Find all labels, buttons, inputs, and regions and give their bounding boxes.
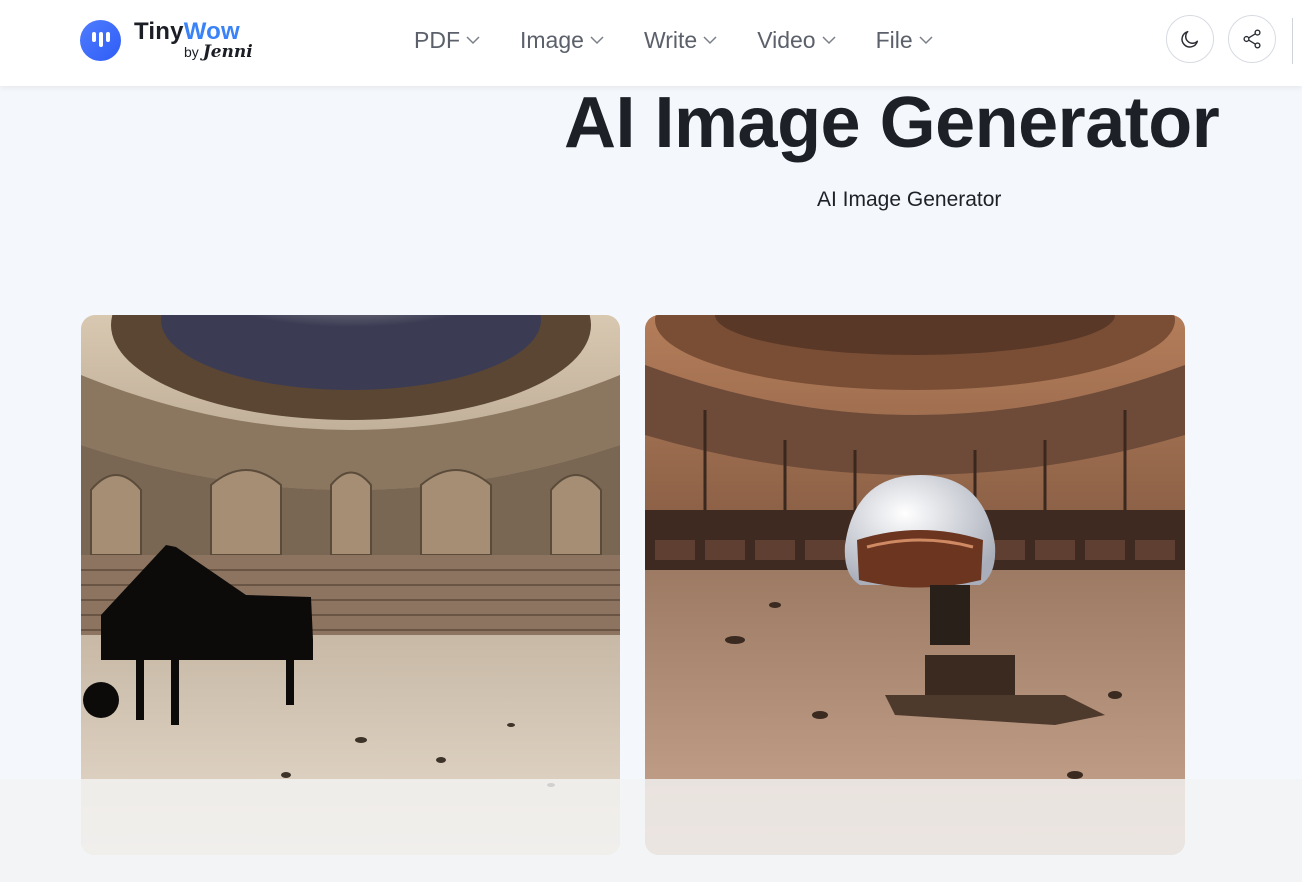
chevron-down-icon — [822, 35, 836, 44]
nav-label: Image — [520, 26, 584, 53]
chevron-down-icon — [703, 35, 717, 44]
page-title: AI Image Generator — [564, 83, 1220, 163]
tinywow-logo[interactable]: TinyWow by Jenni — [80, 18, 270, 64]
nav-label: PDF — [414, 26, 460, 53]
generated-image-helmet — [645, 315, 1185, 855]
main-nav: PDF Image Write Video File — [414, 24, 973, 56]
top-header: TinyWow by Jenni PDF Image Write Video F… — [0, 0, 1302, 86]
generated-image-card[interactable] — [81, 315, 620, 855]
header-divider — [1292, 18, 1293, 64]
chevron-down-icon — [466, 35, 480, 44]
nav-video[interactable]: Video — [757, 24, 836, 56]
generated-image-piano — [81, 315, 620, 855]
theme-toggle-button[interactable] — [1166, 15, 1214, 63]
nav-file[interactable]: File — [876, 24, 933, 56]
share-button[interactable] — [1228, 15, 1276, 63]
chevron-down-icon — [590, 35, 604, 44]
nav-write[interactable]: Write — [644, 24, 717, 56]
nav-label: Write — [643, 26, 698, 53]
nav-label: Video — [757, 26, 816, 53]
generated-image-card[interactable] — [645, 315, 1185, 855]
moon-icon — [1181, 30, 1199, 48]
nav-label: File — [875, 26, 913, 53]
share-icon — [1243, 29, 1261, 49]
page-subtitle: AI Image Generator — [817, 188, 1002, 211]
nav-image[interactable]: Image — [520, 24, 604, 56]
chevron-down-icon — [919, 35, 933, 44]
logo-mark-icon — [80, 20, 121, 61]
bottom-overlay — [0, 779, 1302, 882]
logo-subtitle: by Jenni — [184, 42, 253, 62]
nav-pdf[interactable]: PDF — [414, 24, 480, 56]
